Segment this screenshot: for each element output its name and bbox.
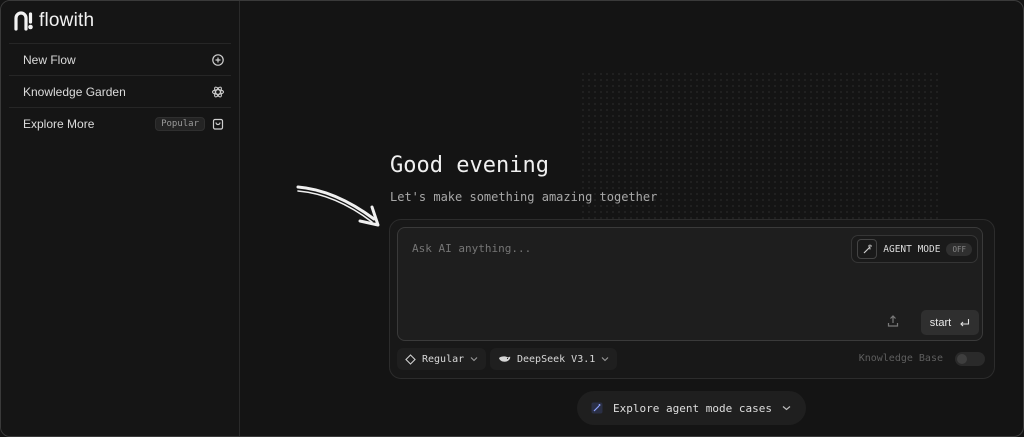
start-button[interactable]: start xyxy=(921,310,979,335)
agent-mode-toggle[interactable]: AGENT MODE OFF xyxy=(851,235,978,263)
mode-label: Regular xyxy=(422,353,465,365)
bag-icon xyxy=(212,118,224,130)
wand-icon xyxy=(863,244,872,253)
explore-agent-label: Explore agent mode cases xyxy=(613,401,772,415)
composer-options: Regular DeepSeek V3.1 Knowledge Base xyxy=(397,348,991,370)
logo[interactable]: flowith xyxy=(13,10,94,32)
atom-icon xyxy=(212,86,224,97)
app-window: flowith New Flow Knowledge Garden Explor… xyxy=(0,0,1024,437)
sidebar-menu: New Flow Knowledge Garden Explore More P… xyxy=(9,43,231,139)
agent-mode-icon xyxy=(857,239,878,259)
popular-badge: Popular xyxy=(155,116,205,131)
agent-mode-label: AGENT MODE xyxy=(883,243,941,255)
sidebar-item-label: New Flow xyxy=(23,52,76,67)
sidebar-item-explore-more[interactable]: Explore More Popular xyxy=(9,107,231,139)
greeting-title: Good evening xyxy=(390,153,549,178)
prompt-input[interactable] xyxy=(410,241,814,256)
sidebar-item-new-flow[interactable]: New Flow xyxy=(9,43,231,75)
flowith-logo-icon xyxy=(14,11,33,31)
app-name: flowith xyxy=(39,10,95,31)
enter-icon xyxy=(960,318,970,326)
plus-circle-icon xyxy=(212,53,224,66)
chevron-down-icon xyxy=(470,357,478,362)
diamond-icon xyxy=(405,353,416,365)
knowledge-base-label: Knowledge Base xyxy=(858,353,943,364)
sidebar-item-label: Knowledge Garden xyxy=(23,84,126,99)
explore-agent-cases-button[interactable]: Explore agent mode cases xyxy=(577,391,806,425)
agent-cases-icon xyxy=(591,402,603,414)
chevron-down-icon xyxy=(782,406,791,411)
upload-icon[interactable] xyxy=(886,314,900,328)
sidebar-item-label: Explore More xyxy=(23,116,95,131)
start-label: start xyxy=(929,316,952,329)
composer: AGENT MODE OFF start xyxy=(397,227,983,341)
chevron-down-icon xyxy=(601,357,609,362)
model-label: DeepSeek V3.1 xyxy=(517,353,596,365)
agent-mode-state: OFF xyxy=(946,242,972,256)
sidebar: flowith New Flow Knowledge Garden Explor… xyxy=(1,1,240,436)
sidebar-item-knowledge-garden[interactable]: Knowledge Garden xyxy=(9,75,231,107)
mode-select[interactable]: Regular xyxy=(397,348,487,370)
arrow-icon xyxy=(296,185,380,227)
main-area: Good evening Let's make something amazin… xyxy=(240,1,1023,436)
greeting-subtitle: Let's make something amazing together xyxy=(390,190,658,204)
whale-icon xyxy=(499,356,511,362)
knowledge-base-toggle[interactable] xyxy=(955,352,985,366)
model-select[interactable]: DeepSeek V3.1 xyxy=(490,348,618,370)
